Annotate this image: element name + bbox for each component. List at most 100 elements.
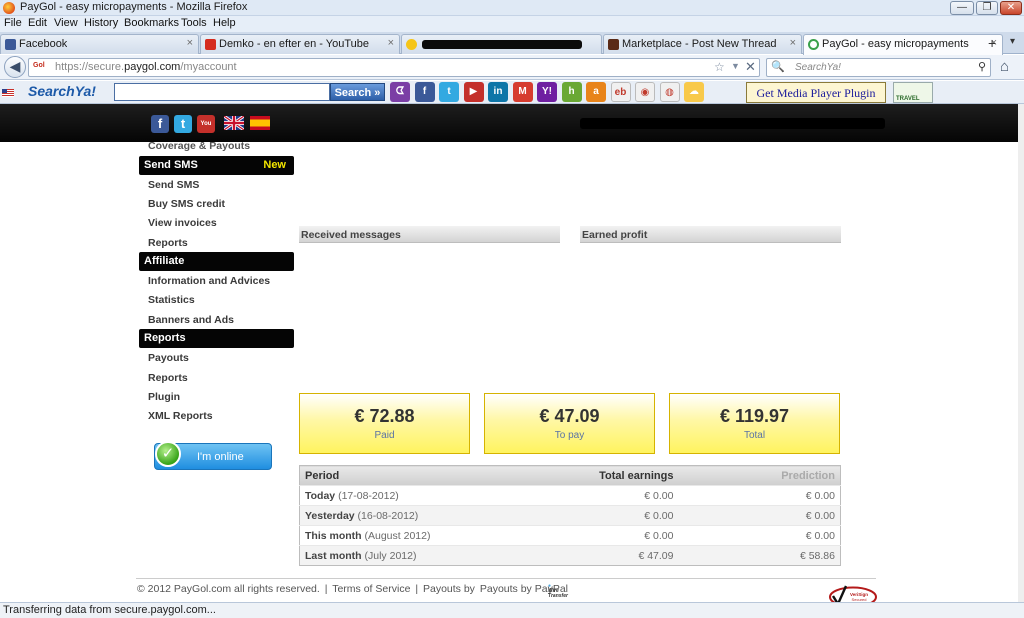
sidebar-link-information[interactable]: Information and Advices (148, 275, 270, 287)
marketplace-favicon (608, 39, 619, 50)
sidebar-link-coverage[interactable]: Coverage & Payouts (148, 140, 250, 152)
tab-label: Facebook (19, 38, 68, 50)
tab-youtube[interactable]: Demko - en efter en - YouTube × (200, 34, 400, 54)
url-bar[interactable]: Gol https://secure.paygol.com/myaccount … (28, 58, 760, 77)
menu-help[interactable]: Help (213, 17, 236, 29)
window-title: PayGol - easy micropayments - Mozilla Fi… (20, 1, 248, 13)
table-row: Last month (July 2012) € 47.09 € 58.86 (299, 545, 841, 566)
paid-label: Paid (374, 430, 395, 441)
total-box: € 119.97 Total (669, 393, 840, 454)
us-flag-icon[interactable] (2, 89, 14, 97)
prediction-value: € 0.00 (677, 505, 841, 526)
linkedin-icon[interactable]: in (488, 82, 508, 102)
sidebar-link-banners[interactable]: Banners and Ads (148, 314, 234, 326)
search-placeholder: SearchYa! (795, 62, 841, 73)
searchya-input[interactable] (114, 83, 330, 101)
spain-flag-icon[interactable] (250, 116, 270, 130)
menu-edit[interactable]: Edit (28, 17, 47, 29)
yahoo-icon[interactable]: Y! (537, 82, 557, 102)
menu-tools[interactable]: Tools (181, 17, 207, 29)
uk-flag-icon[interactable] (224, 116, 244, 130)
new-tab-button[interactable]: + (988, 35, 996, 51)
page-scrollbar[interactable] (1018, 104, 1024, 602)
gmail-icon[interactable]: M (512, 82, 533, 102)
browser-search-input[interactable]: 🔍 SearchYa! ⚲ (766, 58, 991, 77)
online-status-badge[interactable]: ✓ I'm online (154, 441, 272, 470)
menu-view[interactable]: View (54, 17, 78, 29)
url-history-dropdown-icon[interactable]: ▼ (731, 61, 740, 71)
games-icon[interactable]: ◉ (635, 82, 655, 102)
news-icon[interactable]: ◍ (659, 82, 680, 102)
new-badge: New (263, 159, 286, 171)
terms-of-service-link[interactable]: Terms of Service (332, 583, 410, 595)
received-messages-title: Received messages (299, 226, 560, 243)
sidebar-link-buy-sms-credit[interactable]: Buy SMS credit (148, 198, 225, 210)
facebook-icon[interactable]: f (151, 115, 169, 133)
search-go-icon[interactable]: ⚲ (978, 60, 986, 73)
sidebar-link-payouts[interactable]: Payouts (148, 352, 189, 364)
period-date: (August 2012) (364, 529, 431, 542)
sidebar-link-view-invoices[interactable]: View invoices (148, 217, 217, 229)
status-bar: Transferring data from secure.paygol.com… (0, 602, 1024, 618)
tab-paygol[interactable]: PayGol - easy micropayments × (803, 34, 1003, 55)
youtube-icon[interactable]: ▶ (463, 82, 484, 102)
loading-favicon (808, 39, 819, 50)
minimize-button[interactable]: — (950, 1, 974, 15)
sidebar-link-sms-reports[interactable]: Reports (148, 237, 188, 249)
menu-bar: File Edit View History Bookmarks Tools H… (0, 16, 1024, 32)
to-pay-label: To pay (554, 430, 585, 441)
redacted-title (422, 40, 582, 49)
sidebar-link-statistics[interactable]: Statistics (148, 294, 195, 306)
site-identity-badge[interactable]: Gol (33, 62, 45, 69)
tab-label: PayGol - easy micropayments (822, 38, 969, 50)
sidebar-header-reports[interactable]: Reports (139, 329, 294, 348)
to-pay-box: € 47.09 To pay (484, 393, 655, 454)
tab-marketplace[interactable]: Marketplace - Post New Thread × (603, 34, 802, 54)
hotmail-icon[interactable]: h (561, 82, 582, 102)
sidebar-link-plugin[interactable]: Plugin (148, 391, 180, 403)
tab-list-button[interactable]: ▾ (1010, 36, 1015, 47)
stop-loading-icon[interactable]: ✕ (745, 59, 756, 75)
facebook-icon[interactable]: f (414, 82, 435, 102)
youtube-favicon (205, 39, 216, 50)
menu-history[interactable]: History (84, 17, 118, 29)
status-text: Transferring data from secure.paygol.com… (3, 604, 216, 616)
searchya-logo[interactable]: SearchYa! (28, 83, 96, 99)
tab-close-icon[interactable]: × (388, 37, 394, 49)
earned-profit-title: Earned profit (580, 226, 841, 243)
paid-box: € 72.88 Paid (299, 393, 470, 454)
maximize-button[interactable]: ❐ (976, 1, 998, 15)
sidebar-link-send-sms[interactable]: Send SMS (148, 179, 199, 191)
tab-close-icon[interactable]: × (187, 37, 193, 49)
amazon-icon[interactable]: a (586, 82, 606, 102)
earnings-table: Period Total earnings Prediction Today (… (299, 465, 841, 566)
home-icon[interactable]: ⌂ (1000, 58, 1009, 75)
sidebar-header-affiliate[interactable]: Affiliate (139, 252, 294, 271)
travel-button[interactable]: TRAVEL (893, 82, 933, 103)
pacman-icon[interactable]: ᗧ (390, 82, 410, 102)
back-button[interactable]: ◀ (4, 56, 26, 78)
wire-transfer-logo[interactable]: ● Wire Transfer (548, 584, 568, 599)
twitter-icon[interactable]: t (174, 115, 192, 133)
sidebar-link-xml-reports[interactable]: XML Reports (148, 410, 213, 422)
tab-facebook[interactable]: Facebook × (0, 34, 199, 54)
twitter-icon[interactable]: t (439, 82, 459, 102)
close-window-button[interactable]: ✕ (1000, 1, 1022, 15)
menu-bookmarks[interactable]: Bookmarks (124, 17, 179, 29)
tab-redacted[interactable] (401, 34, 602, 54)
ebay-icon[interactable]: eb (610, 82, 631, 102)
prediction-value: € 0.00 (677, 525, 841, 546)
get-media-player-plugin-button[interactable]: Get Media Player Plugin (746, 82, 886, 103)
tab-close-icon[interactable]: × (790, 37, 796, 49)
total-amount: € 119.97 (719, 406, 790, 426)
youtube-icon[interactable]: You (197, 115, 215, 133)
searchya-search-button[interactable]: Search » (330, 83, 385, 101)
period-date: (July 2012) (364, 549, 417, 562)
facebook-favicon (5, 39, 16, 50)
sidebar-link-reports[interactable]: Reports (148, 372, 188, 384)
bookmark-star-icon[interactable]: ☆ (714, 60, 725, 74)
sidebar-header-send-sms[interactable]: Send SMS New (139, 156, 294, 175)
search-engine-icon[interactable]: 🔍 (771, 60, 785, 73)
menu-file[interactable]: File (4, 17, 22, 29)
weather-icon[interactable]: ☁ (684, 82, 704, 102)
